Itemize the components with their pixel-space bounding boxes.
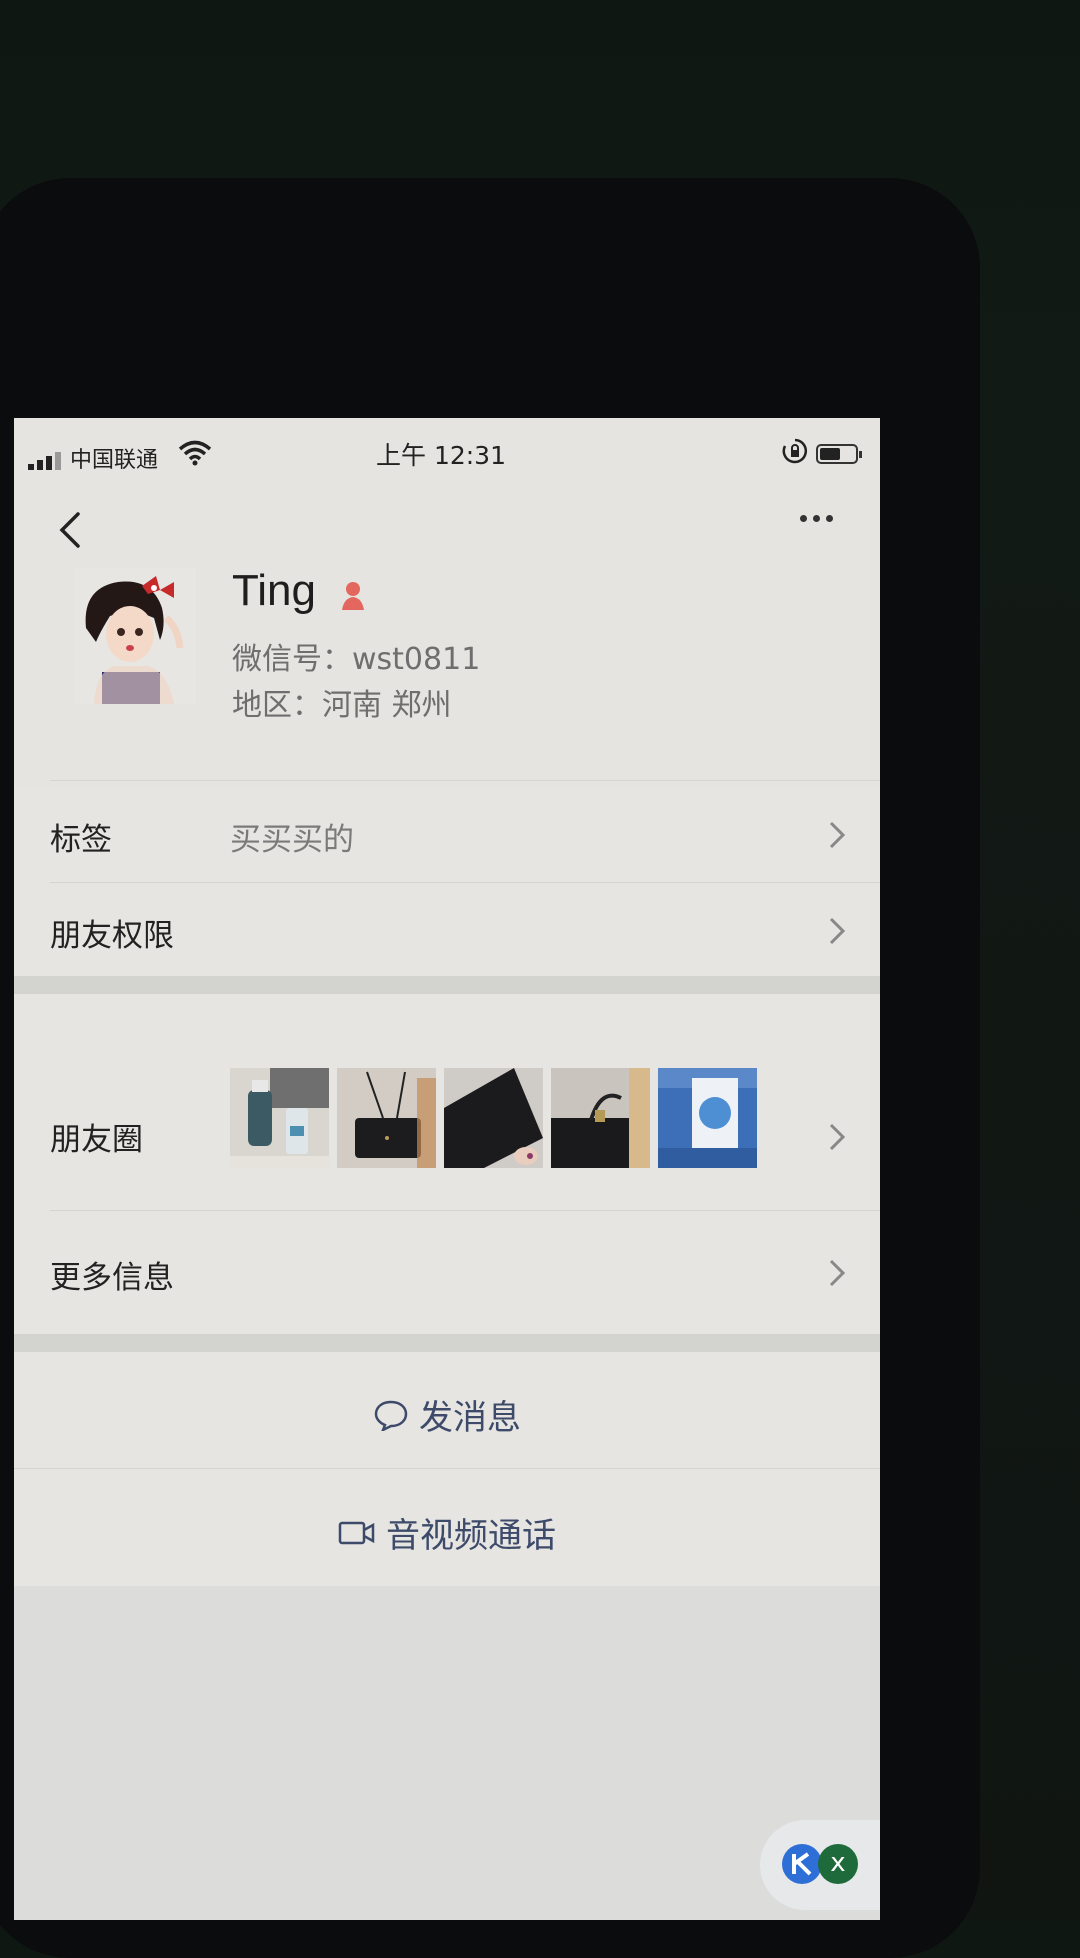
- send-message-button[interactable]: 发消息: [14, 1390, 880, 1440]
- moments-photo-thumbnail[interactable]: [551, 1068, 650, 1168]
- floating-widget[interactable]: x: [760, 1820, 880, 1910]
- chat-bubble-icon: [374, 1400, 408, 1431]
- video-call-button[interactable]: 音视频通话: [14, 1508, 880, 1557]
- status-time: 上午 12:31: [376, 441, 506, 470]
- status-bar: 中国联通 上午 12:31: [14, 418, 880, 478]
- video-camera-icon: [338, 1521, 375, 1544]
- friend-permissions-row[interactable]: 朋友权限: [14, 884, 880, 976]
- moments-photo-thumbnail[interactable]: [658, 1068, 757, 1168]
- wechat-profile-screen: 中国联通 上午 12:31 Ting 微信号：wst0811 地区：河南 郑州 …: [14, 418, 880, 1920]
- moments-photo-thumbnail[interactable]: [337, 1068, 436, 1168]
- divider: [14, 1468, 880, 1469]
- close-widget-button[interactable]: x: [818, 1844, 858, 1884]
- more-info-row[interactable]: 更多信息: [14, 1212, 880, 1334]
- section-separator: [14, 976, 880, 994]
- back-arrow-icon[interactable]: [50, 506, 90, 554]
- chevron-right-icon: [829, 1123, 846, 1151]
- moments-photo-thumbnail[interactable]: [230, 1068, 329, 1168]
- empty-area: [14, 1586, 880, 1920]
- send-message-label: 发消息: [419, 1398, 521, 1438]
- orientation-lock-icon: [782, 438, 808, 464]
- more-info-label: 更多信息: [50, 1260, 174, 1296]
- signal-strength-icon: [28, 452, 61, 470]
- moments-photo-thumbnail[interactable]: [444, 1068, 543, 1168]
- divider: [50, 882, 880, 883]
- profile-avatar[interactable]: [74, 568, 196, 704]
- more-options-icon[interactable]: [788, 498, 844, 538]
- chevron-right-icon: [829, 821, 846, 849]
- gender-female-icon: [342, 582, 364, 610]
- battery-icon: [816, 444, 862, 464]
- carrier-name: 中国联通: [70, 448, 159, 473]
- region-text: 地区：河南 郑州: [232, 688, 452, 723]
- chevron-right-icon: [829, 1259, 846, 1287]
- tags-label: 标签: [50, 822, 112, 858]
- wifi-icon: [178, 440, 212, 466]
- friend-permissions-label: 朋友权限: [50, 918, 174, 954]
- section-separator: [14, 1334, 880, 1352]
- moments-label: 朋友圈: [50, 1122, 143, 1158]
- tags-row[interactable]: 标签 买买买的: [14, 786, 880, 882]
- divider: [50, 1210, 880, 1211]
- moments-photo-strip[interactable]: [230, 1068, 757, 1168]
- video-call-label: 音视频通话: [386, 1516, 556, 1556]
- divider: [50, 780, 880, 781]
- wechat-id: 微信号：wst0811: [232, 642, 481, 677]
- profile-name: Ting: [232, 566, 316, 615]
- chevron-right-icon: [829, 917, 846, 945]
- tags-value: 买买买的: [230, 822, 354, 858]
